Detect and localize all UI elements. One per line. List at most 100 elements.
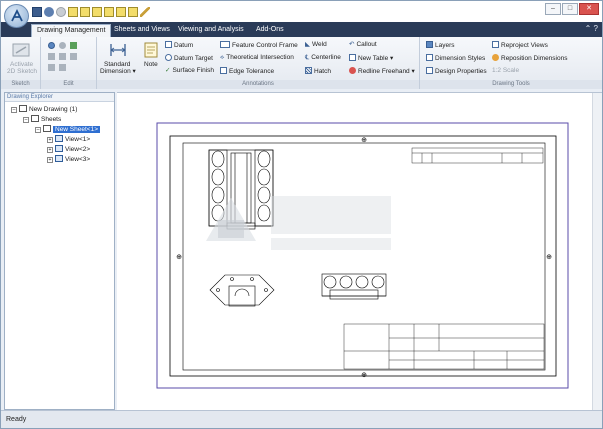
circle-icon[interactable] [58, 42, 66, 49]
ribbon-tab-bar: Drawing Management Sheets and Views View… [1, 22, 602, 37]
tree-label-sheet1: New Sheet<1> [53, 126, 101, 133]
expand-icon[interactable]: + [47, 157, 53, 163]
weld-button[interactable]: ◣ Weld [305, 41, 327, 49]
centerline-icon: ℄ [305, 54, 310, 61]
undo-icon[interactable] [44, 7, 54, 17]
move-icon[interactable] [69, 42, 77, 49]
datum-button[interactable]: Datum [165, 41, 193, 50]
center-mark-bottom: ⊕ [361, 372, 367, 379]
delete-icon[interactable] [58, 53, 66, 60]
collapse-icon[interactable]: – [11, 107, 17, 113]
drawing-tools-group-label: Drawing Tools [420, 80, 602, 89]
copy-edit-icon[interactable] [48, 64, 55, 71]
edit-row-2 [48, 53, 79, 62]
tree-label-view2: View<2> [65, 146, 91, 153]
select-icon[interactable] [48, 42, 55, 49]
paste-icon[interactable] [104, 7, 114, 17]
collapse-icon[interactable]: – [23, 117, 29, 123]
surface-finish-button[interactable]: ✓ Surface Finish [165, 67, 214, 75]
callout-button[interactable]: ↶ Callout [349, 41, 377, 49]
expand-icon[interactable]: + [47, 147, 53, 153]
export-icon[interactable] [116, 7, 126, 17]
redline-icon [349, 67, 356, 74]
status-bar: Ready [1, 410, 602, 428]
new-table-button[interactable]: New Table ▾ [349, 54, 393, 63]
save-icon[interactable] [32, 7, 42, 17]
new-table-label: New Table [358, 55, 389, 62]
reposition-dimensions-button[interactable]: Reposition Dimensions [492, 54, 567, 63]
view-icon [55, 145, 63, 152]
layers-label: Layers [435, 42, 455, 49]
redline-freehand-button[interactable]: Redline Freehand ▾ [349, 67, 415, 76]
datum-icon [165, 41, 172, 48]
view-icon [55, 155, 63, 162]
rotate-icon[interactable] [69, 53, 77, 60]
inner-frame [182, 142, 546, 371]
annotations-group: Standard Dimension ▾ Note Datum Datum Ta… [97, 37, 420, 89]
drawing-explorer-panel: Drawing Explorer – New Drawing (1) – Sheet… [4, 92, 115, 410]
edit-group-label: Edit [41, 80, 96, 89]
sketch-group: Activate 2D Sketch Sketch [1, 37, 41, 89]
edit-group: Edit [41, 37, 97, 89]
layers-button[interactable]: Layers [426, 41, 455, 50]
open-file-icon[interactable] [80, 7, 90, 17]
weld-label: Weld [312, 41, 327, 48]
tree-node-view-3[interactable]: + View<3> [47, 155, 90, 164]
dimension-styles-button[interactable]: Dimension Styles [426, 54, 485, 63]
tree-label-sheets: Sheets [41, 116, 62, 123]
centerline-label: Centerline [311, 54, 341, 61]
intersection-icon: ⟡ [220, 54, 225, 61]
expand-icon[interactable]: + [47, 137, 53, 143]
print-icon[interactable] [128, 7, 138, 17]
design-properties-button[interactable]: Design Properties [426, 67, 487, 76]
layers-icon [426, 41, 433, 48]
tree-node-new-sheet[interactable]: – New Sheet<1> [35, 125, 101, 134]
centerline-button[interactable]: ℄ Centerline [305, 54, 341, 62]
edge-tolerance-button[interactable]: Edge Tolerance [220, 67, 274, 76]
maximize-button[interactable]: □ [562, 3, 578, 15]
reproject-views-button[interactable]: Reproject Views [492, 41, 548, 50]
scale-value: 1:2 Scale [492, 67, 520, 74]
vertical-scrollbar[interactable] [592, 93, 602, 411]
minimize-button[interactable]: – [545, 3, 561, 15]
edit-row-3 [48, 64, 68, 73]
feature-control-frame-button[interactable]: Feature Control Frame [220, 41, 298, 50]
new-file-icon[interactable] [68, 7, 78, 17]
table-icon [349, 54, 356, 61]
hatch-button[interactable]: Hatch [305, 67, 331, 76]
status-text: Ready [6, 416, 27, 423]
paste-edit-icon[interactable] [58, 64, 66, 71]
tab-viewing-and-analysis[interactable]: Viewing and Analysis [173, 24, 249, 37]
dimension-styles-icon [426, 54, 433, 61]
close-button[interactable]: ✕ [579, 3, 599, 15]
tree-node-new-drawing[interactable]: – New Drawing (1) [11, 105, 77, 114]
sketch-icon [12, 43, 30, 57]
standard-dimension-label: Dimension ▾ [100, 68, 136, 75]
annotations-group-label: Annotations [97, 80, 419, 89]
edge-tolerance-label: Edge Tolerance [229, 68, 275, 75]
customize-icon[interactable] [140, 7, 150, 17]
copy-icon[interactable] [92, 7, 102, 17]
tree-label-view1: View<1> [65, 136, 91, 143]
tab-drawing-management[interactable]: Drawing Management [31, 24, 112, 37]
redo-icon[interactable] [56, 7, 66, 17]
collapse-icon[interactable]: – [35, 127, 41, 133]
tree-node-view-1[interactable]: + View<1> [47, 135, 90, 144]
drawing-canvas[interactable]: ⊕ ⊕ ⊕ ⊕ [117, 92, 602, 411]
tree-node-view-2[interactable]: + View<2> [47, 145, 90, 154]
tab-add-ons[interactable]: Add-Ons [251, 24, 289, 37]
theoretical-intersection-button[interactable]: ⟡ Theoretical Intersection [220, 54, 294, 62]
quick-access-toolbar [32, 7, 150, 17]
note-button[interactable]: Note [144, 61, 158, 69]
surface-finish-label: Surface Finish [172, 67, 214, 74]
cut-icon[interactable] [48, 53, 55, 60]
app-logo-icon[interactable] [4, 4, 29, 28]
tree-node-sheets[interactable]: – Sheets [23, 115, 61, 124]
datum-target-button[interactable]: Datum Target [165, 54, 213, 63]
tab-sheets-and-views[interactable]: Sheets and Views [109, 24, 175, 37]
paper-border [156, 122, 569, 389]
reproject-views-icon [492, 41, 499, 48]
ribbon-options-icon[interactable]: ⌃ ? [585, 24, 598, 33]
ribbon: Activate 2D Sketch Sketch Edit Standard … [1, 37, 602, 89]
design-properties-icon [426, 67, 433, 74]
